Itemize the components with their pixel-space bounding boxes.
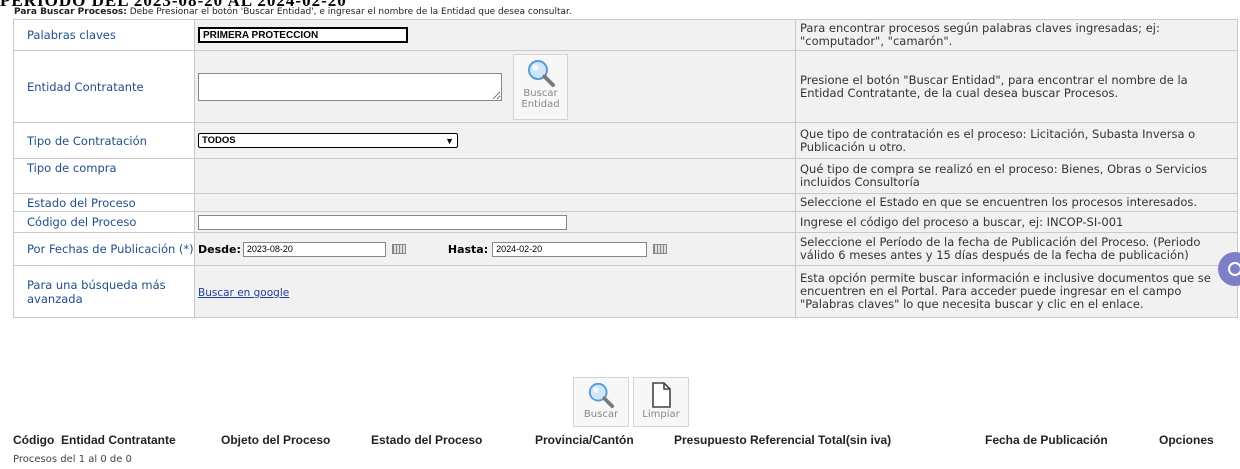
buscar-entidad-line1: Buscar	[523, 87, 558, 99]
codigo-proceso-cell	[194, 211, 796, 233]
tipo-contratacion-cell: TODOS ▼	[194, 122, 796, 159]
entidad-contratante-textarea[interactable]	[198, 72, 502, 101]
palabras-claves-label: Palabras claves	[13, 19, 195, 51]
hasta-label: Hasta:	[447, 242, 489, 256]
tipo-compra-cell	[194, 158, 796, 194]
calendar-icon[interactable]	[391, 244, 406, 254]
row-codigo-proceso: Código del Proceso Ingrese el código del…	[13, 211, 1238, 233]
buscar-entidad-button[interactable]: Buscar Entidad	[513, 53, 568, 120]
row-tipo-compra: Tipo de compra Qué tipo de compra se rea…	[13, 158, 1238, 194]
palabras-claves-cell	[194, 19, 796, 51]
codigo-proceso-label: Código del Proceso	[13, 211, 195, 233]
buscar-button-label: Buscar	[583, 409, 619, 420]
row-palabras-claves: Palabras claves Para encontrar procesos …	[13, 19, 1238, 51]
chevron-down-icon: ▼	[445, 135, 454, 146]
instructions-text: Debe Presionar el botón 'Buscar Entidad'…	[126, 7, 572, 17]
limpiar-button[interactable]: Limpiar	[633, 377, 689, 427]
row-entidad-contratante: Entidad Contratante Buscar Entidad Presi…	[13, 50, 1238, 123]
limpiar-button-label: Limpiar	[642, 409, 680, 420]
col-entidad-contratante: Entidad Contratante	[61, 433, 176, 447]
row-tipo-contratacion: Tipo de Contratación TODOS ▼ Que tipo de…	[13, 122, 1238, 159]
col-codigo: Código	[13, 433, 55, 447]
fechas-publicacion-cell: Desde: Hasta:	[194, 232, 796, 266]
search-form-table: Palabras claves Para encontrar procesos …	[13, 19, 1238, 318]
entidad-contratante-label: Entidad Contratante	[13, 50, 195, 123]
busqueda-avanzada-label: Para una búsqueda más avanzada	[13, 265, 195, 318]
tipo-compra-label: Tipo de compra	[13, 158, 195, 194]
codigo-proceso-desc: Ingrese el código del proceso a buscar, …	[795, 211, 1238, 233]
search-instructions: Para Buscar Procesos: Debe Presionar el …	[14, 7, 572, 17]
estado-proceso-label: Estado del Proceso	[13, 193, 195, 212]
fechas-publicacion-desc: Seleccione el Período de la fecha de Pub…	[795, 232, 1238, 266]
codigo-proceso-input[interactable]	[198, 214, 567, 230]
busqueda-avanzada-cell: Buscar en google	[194, 265, 796, 318]
magnifier-icon	[588, 382, 615, 409]
col-presupuesto-referencial: Presupuesto Referencial Total(sin iva)	[674, 433, 892, 447]
desde-date-input[interactable]	[242, 241, 386, 257]
buscar-en-google-link[interactable]: Buscar en google	[198, 287, 289, 299]
tipo-contratacion-desc: Que tipo de contratación es el proceso: …	[795, 122, 1238, 159]
col-objeto-proceso: Objeto del Proceso	[221, 433, 331, 447]
fechas-publicacion-label: Por Fechas de Publicación (*)	[13, 232, 195, 266]
floating-assistant-ring	[1228, 262, 1240, 276]
hasta-date-input[interactable]	[492, 241, 648, 257]
row-busqueda-avanzada: Para una búsqueda más avanzada Buscar en…	[13, 265, 1238, 318]
col-opciones: Opciones	[1159, 433, 1214, 447]
col-fecha-publicacion: Fecha de Publicación	[985, 433, 1108, 447]
desde-label: Desde:	[198, 242, 241, 256]
row-fechas-publicacion: Por Fechas de Publicación (*) Desde: Has…	[13, 232, 1238, 266]
tipo-contratacion-select[interactable]: TODOS ▼	[198, 133, 458, 148]
buscar-button[interactable]: Buscar	[573, 377, 629, 427]
tipo-compra-desc: Qué tipo de compra se realizó en el proc…	[795, 158, 1238, 194]
magnifier-icon	[527, 59, 555, 87]
row-estado-proceso: Estado del Proceso Seleccione el Estado …	[13, 193, 1238, 212]
tipo-contratacion-selected: TODOS	[202, 135, 236, 146]
results-footer: Procesos del 1 al 0 de 0	[13, 454, 132, 465]
buscar-entidad-line2: Entidad	[521, 98, 560, 110]
busqueda-avanzada-desc: Esta opción permite buscar información e…	[795, 265, 1238, 318]
palabras-claves-desc: Para encontrar procesos según palabras c…	[795, 19, 1238, 51]
entidad-contratante-desc: Presione el botón "Buscar Entidad", para…	[795, 50, 1238, 123]
blank-page-icon	[652, 382, 671, 408]
instructions-bold: Para Buscar Procesos:	[14, 7, 127, 17]
palabras-claves-input[interactable]	[198, 27, 408, 44]
col-provincia-canton: Provincia/Cantón	[535, 433, 634, 447]
results-table-header: Código Entidad Contratante Objeto del Pr…	[13, 433, 1228, 447]
entidad-contratante-cell: Buscar Entidad	[194, 50, 796, 123]
estado-proceso-cell	[194, 193, 796, 212]
estado-proceso-desc: Seleccione el Estado en que se encuentre…	[795, 193, 1238, 212]
calendar-icon[interactable]	[653, 244, 668, 254]
col-estado-proceso: Estado del Proceso	[371, 433, 483, 447]
tipo-contratacion-label: Tipo de Contratación	[13, 122, 195, 159]
